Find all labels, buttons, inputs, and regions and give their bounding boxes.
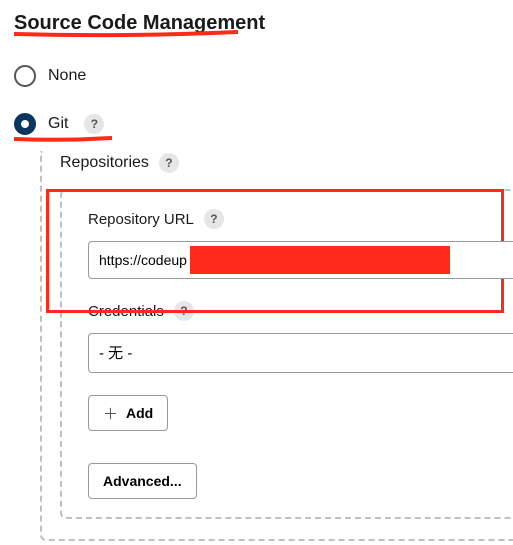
help-icon[interactable]: ? <box>84 114 104 134</box>
advanced-button[interactable]: Advanced... <box>88 463 197 499</box>
repo-url-input[interactable] <box>88 241 513 279</box>
advanced-button-label: Advanced... <box>103 473 182 489</box>
help-icon[interactable]: ? <box>174 301 194 321</box>
plus-icon: ＋ <box>103 403 118 424</box>
scm-option-label: None <box>48 67 86 85</box>
help-icon[interactable]: ? <box>159 153 179 173</box>
scm-option-label: Git <box>48 115 68 133</box>
repositories-label: Repositories <box>60 154 149 172</box>
help-icon[interactable]: ? <box>204 209 224 229</box>
radio-icon <box>14 113 36 135</box>
scm-option-git[interactable]: Git ? <box>14 113 513 135</box>
annotation-underline <box>14 30 238 38</box>
annotation-underline <box>14 136 112 142</box>
git-config-block: Repositories ? Repository URL ? Credenti… <box>40 151 513 541</box>
scm-option-none[interactable]: None <box>14 65 513 87</box>
credentials-label: Credentials <box>88 303 164 320</box>
add-credentials-button[interactable]: ＋ Add <box>88 395 168 431</box>
radio-icon <box>14 65 36 87</box>
add-button-label: Add <box>126 405 153 421</box>
credentials-select[interactable]: - 无 - <box>88 333 513 373</box>
repository-box: Repository URL ? Credentials ? - 无 - ＋ A… <box>60 189 513 519</box>
repo-url-label: Repository URL <box>88 211 194 228</box>
